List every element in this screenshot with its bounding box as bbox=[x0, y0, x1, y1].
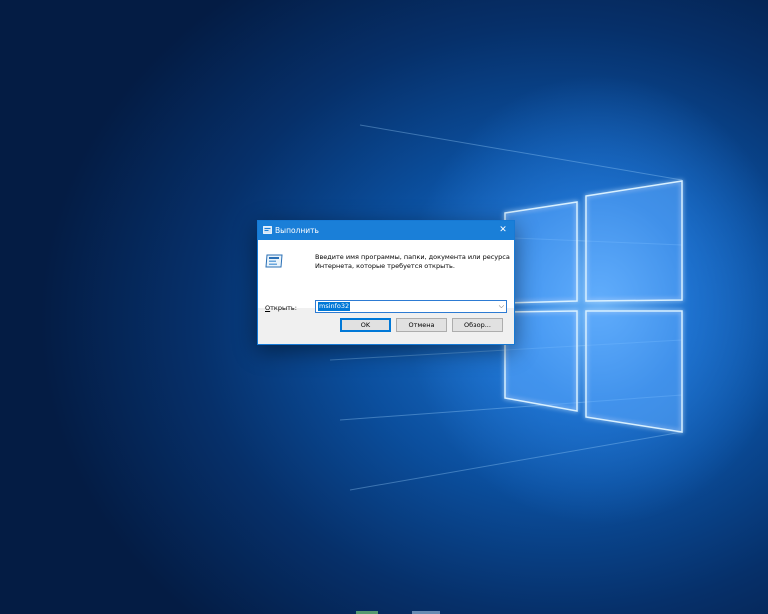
close-icon: ✕ bbox=[499, 225, 507, 235]
dialog-title-bar[interactable]: Выполнить ✕ bbox=[258, 221, 514, 240]
run-program-icon bbox=[265, 254, 283, 268]
command-input-value[interactable]: msinfo32 bbox=[318, 302, 351, 311]
run-icon bbox=[263, 226, 272, 234]
cancel-button[interactable]: Отмена bbox=[396, 318, 447, 332]
logo-pane-top-left bbox=[504, 201, 578, 304]
dialog-title: Выполнить bbox=[275, 226, 319, 235]
dialog-description: Введите имя программы, папки, документа … bbox=[315, 253, 510, 270]
command-input[interactable]: msinfo32 ⌵ bbox=[315, 300, 507, 313]
browse-button[interactable]: Обзор... bbox=[452, 318, 503, 332]
logo-pane-bottom-right bbox=[585, 310, 683, 433]
ok-button[interactable]: OK bbox=[340, 318, 391, 332]
open-label-text: ткрыть: bbox=[270, 304, 297, 312]
close-button[interactable]: ✕ bbox=[492, 221, 514, 240]
dialog-body: Введите имя программы, папки, документа … bbox=[258, 240, 514, 313]
run-dialog: Выполнить ✕ Введите имя программы, папки… bbox=[257, 220, 515, 345]
logo-pane-bottom-left bbox=[504, 310, 578, 412]
open-label: Открыть: bbox=[265, 304, 297, 312]
chevron-down-icon[interactable]: ⌵ bbox=[499, 301, 504, 312]
desktop: Выполнить ✕ Введите имя программы, папки… bbox=[0, 0, 768, 614]
logo-pane-top-right bbox=[585, 180, 683, 302]
